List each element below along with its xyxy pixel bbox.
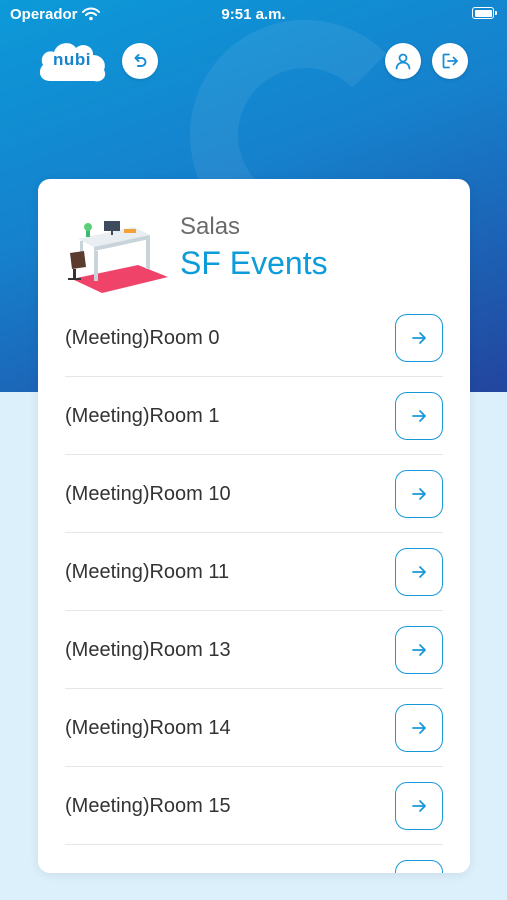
room-name: (Meeting)Room 11 (65, 561, 230, 583)
arrow-right-icon (412, 332, 426, 344)
arrow-right-icon (412, 410, 426, 422)
open-room-button[interactable] (395, 470, 443, 518)
arrow-right-icon (412, 722, 426, 734)
room-name: (Meeting)Room 14 (65, 717, 231, 739)
list-item[interactable]: (Meeting)Room 0 (65, 299, 443, 377)
status-time: 9:51 a.m. (221, 6, 286, 23)
room-name: (Meeting)Room 13 (65, 639, 231, 661)
room-list: (Meeting)Room 0 (Meeting)Room 1 (Meeting… (65, 299, 443, 873)
list-item[interactable] (65, 845, 443, 873)
battery-icon (472, 7, 497, 19)
arrow-right-icon (412, 566, 426, 578)
arrow-right-icon (412, 644, 426, 656)
logo-text: nubi (53, 50, 91, 69)
section-title: SF Events (180, 245, 328, 281)
nubi-logo[interactable]: nubi (36, 37, 108, 87)
list-item[interactable]: (Meeting)Room 14 (65, 689, 443, 767)
list-item[interactable]: (Meeting)Room 11 (65, 533, 443, 611)
open-room-button[interactable] (395, 314, 443, 362)
list-item[interactable]: (Meeting)Room 1 (65, 377, 443, 455)
back-button[interactable] (122, 43, 158, 79)
section-subtitle: Salas (180, 213, 241, 240)
open-room-button[interactable] (395, 704, 443, 752)
room-name: (Meeting)Room 15 (65, 795, 231, 817)
open-room-button[interactable] (395, 626, 443, 674)
arrow-right-icon (412, 800, 426, 812)
status-bar: Operador 9:51 a.m. (0, 0, 507, 28)
list-item[interactable]: (Meeting)Room 10 (65, 455, 443, 533)
room-name: (Meeting)Room 10 (65, 483, 231, 505)
open-room-button[interactable] (395, 392, 443, 440)
open-room-button[interactable] (395, 782, 443, 830)
user-icon (395, 53, 411, 70)
list-item[interactable]: (Meeting)Room 15 (65, 767, 443, 845)
rooms-card: Salas SF Events (Meeting)Room 0 (Meeting… (38, 179, 470, 873)
open-room-button[interactable] (395, 860, 443, 873)
card-header: Salas SF Events (38, 179, 470, 299)
undo-arrow-icon (134, 54, 147, 67)
logout-button[interactable] (432, 43, 468, 79)
arrow-right-icon (412, 488, 426, 500)
office-desk-illustration (68, 221, 168, 293)
list-item[interactable]: (Meeting)Room 13 (65, 611, 443, 689)
room-name: (Meeting)Room 1 (65, 405, 220, 427)
room-name: (Meeting)Room 0 (65, 327, 220, 349)
logout-icon (442, 53, 458, 69)
open-room-button[interactable] (395, 548, 443, 596)
profile-button[interactable] (385, 43, 421, 79)
